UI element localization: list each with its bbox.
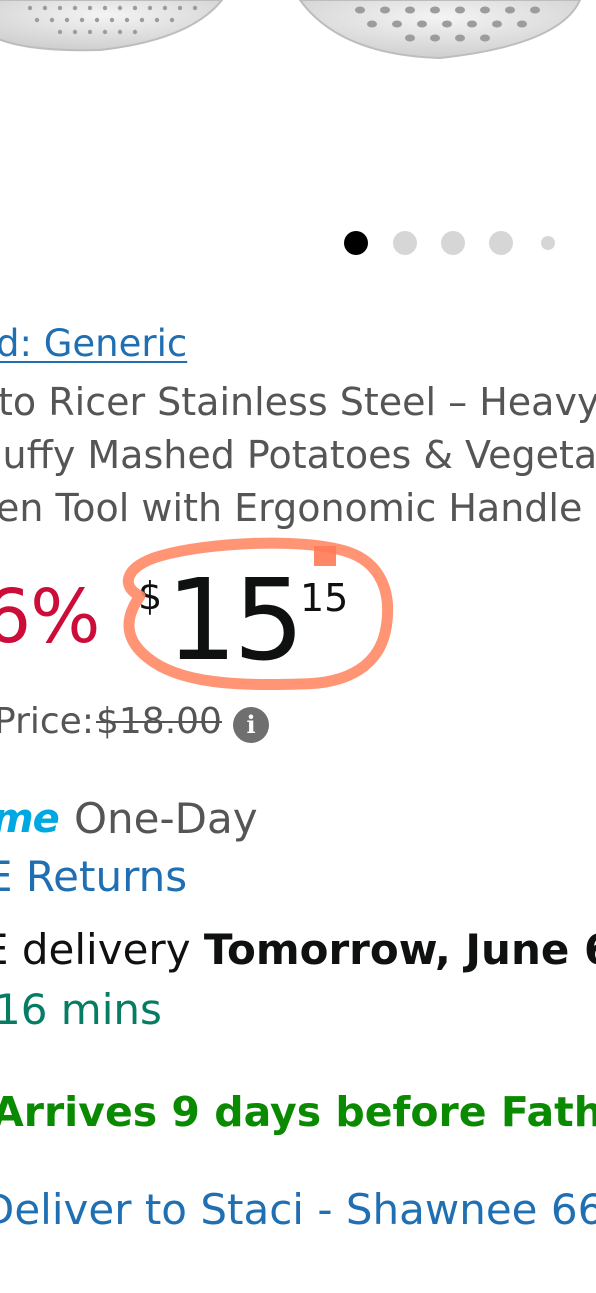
- free-returns-link[interactable]: E Returns: [0, 852, 187, 901]
- image-carousel-dots[interactable]: [344, 230, 574, 256]
- deliver-to-location-link[interactable]: Deliver to Staci - Shawnee 66: [0, 1185, 596, 1234]
- arrives-before-holiday: Arrives 9 days before Father: [0, 1088, 596, 1136]
- price-currency-symbol: $: [138, 574, 163, 618]
- product-title-line-2: luffy Mashed Potatoes & Vegeta: [0, 433, 596, 477]
- discount-percentage: 6%: [0, 574, 100, 660]
- product-title-line-1: to Ricer Stainless Steel – Heavy: [0, 380, 596, 424]
- info-icon[interactable]: i: [233, 707, 269, 743]
- prime-one-day-label: One-Day: [74, 794, 258, 843]
- carousel-dot-3[interactable]: [441, 231, 465, 255]
- price-fraction: 15: [300, 576, 349, 620]
- delivery-date: Tomorrow, June 6: [203, 925, 596, 974]
- delivery-estimate: E delivery Tomorrow, June 6: [0, 925, 596, 974]
- order-countdown: 16 mins: [0, 985, 162, 1034]
- brand-link[interactable]: d: Generic: [0, 322, 187, 365]
- list-price-value: $18.00: [96, 701, 222, 742]
- carousel-dot-2[interactable]: [393, 231, 417, 255]
- delivery-prefix: E delivery: [0, 925, 204, 974]
- price-whole: 15: [166, 556, 305, 686]
- carousel-dot-1[interactable]: [344, 231, 368, 255]
- carousel-dot-5[interactable]: [541, 236, 555, 250]
- list-price-label: Price:: [0, 701, 94, 742]
- prime-logo: me: [0, 796, 60, 842]
- potato-ricer-discs-image: [0, 0, 582, 60]
- carousel-dot-4[interactable]: [489, 231, 513, 255]
- product-detail-page: d: Generic to Ricer Stainless Steel – He…: [0, 0, 596, 1293]
- product-title-line-3: en Tool with Ergonomic Handle: [0, 486, 583, 530]
- product-image[interactable]: [0, 0, 596, 70]
